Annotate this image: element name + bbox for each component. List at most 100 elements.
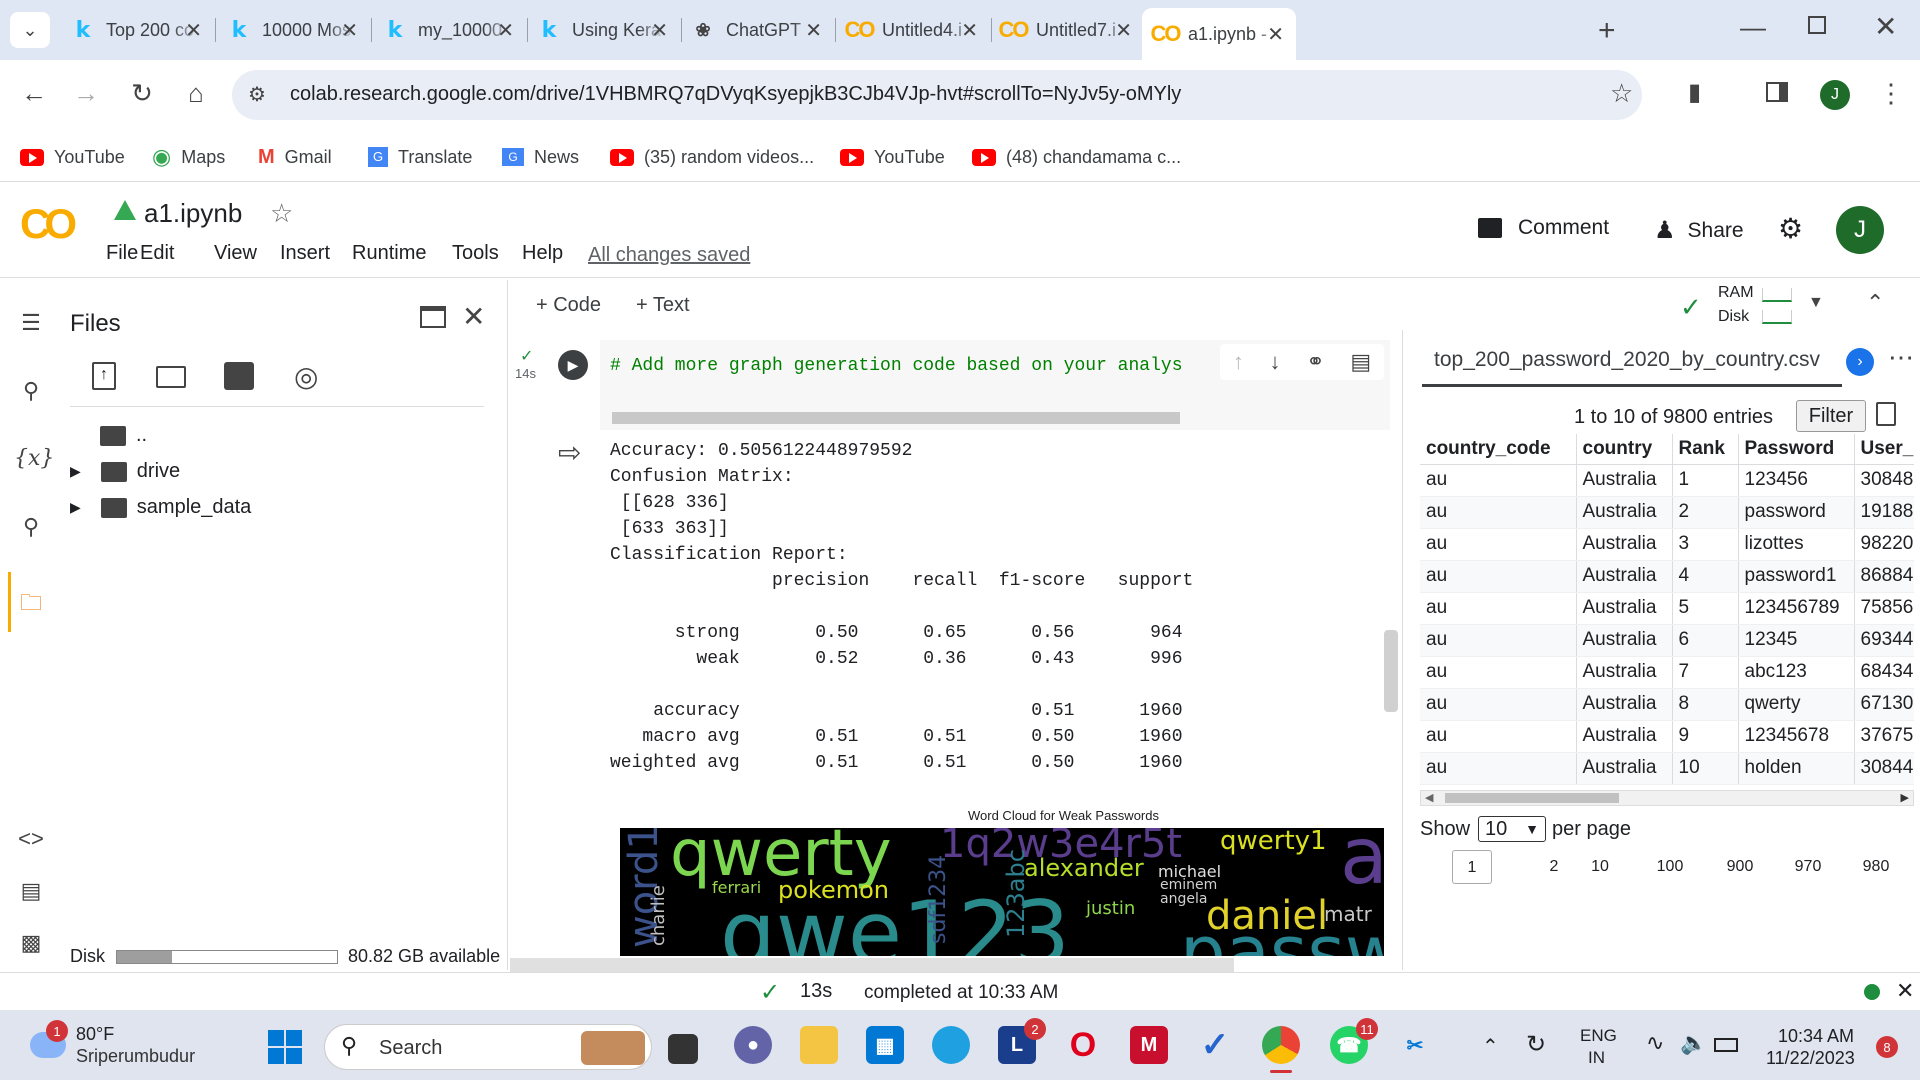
back-arrow-icon[interactable]: ← <box>16 78 52 114</box>
move-up-icon[interactable]: ↑ <box>1233 349 1244 375</box>
menu-insert[interactable]: Insert <box>280 242 330 265</box>
resources-dropdown-icon[interactable]: ▼ <box>1808 294 1824 312</box>
scroll-left-arrow[interactable]: ◀ <box>1425 791 1433 804</box>
copy-icon[interactable] <box>1876 402 1896 426</box>
new-tab-button[interactable]: + <box>1598 14 1616 48</box>
taskbar-search-box[interactable]: ⚲ Search <box>324 1024 652 1070</box>
secrets-key-icon[interactable]: ⚲ <box>14 514 48 548</box>
scroll-right-arrow[interactable]: ▶ <box>1901 791 1909 804</box>
code-snippets-icon[interactable]: <> <box>14 826 48 860</box>
sync-icon[interactable]: ↻ <box>1526 1030 1546 1059</box>
column-header[interactable]: Rank <box>1672 434 1739 465</box>
code-line[interactable]: # Add more graph generation code based o… <box>610 356 1220 376</box>
browser-menu-icon[interactable]: ⋮ <box>1878 78 1904 109</box>
column-header[interactable]: country <box>1576 434 1673 465</box>
close-tab-icon[interactable]: ✕ <box>1267 22 1284 47</box>
page-button[interactable]: 900 <box>1720 850 1760 884</box>
page-button[interactable]: 1 <box>1452 850 1492 884</box>
close-tab-icon[interactable]: ✕ <box>185 18 202 43</box>
csv-tab-filename[interactable]: top_200_password_2020_by_country.csv <box>1434 348 1820 372</box>
browser-tab[interactable]: k Top 200 co ✕ <box>60 8 216 52</box>
menu-view[interactable]: View <box>214 242 257 265</box>
weather-widget[interactable]: 1 80°F Sriperumbudur <box>30 1020 200 1068</box>
close-status-icon[interactable]: ✕ <box>1896 978 1914 1004</box>
scroll-thumb[interactable] <box>1445 793 1619 803</box>
restore-button[interactable] <box>1808 16 1826 34</box>
minimize-button[interactable]: — <box>1740 12 1766 43</box>
share-button[interactable]: ♟ Share <box>1654 216 1744 245</box>
close-tab-icon[interactable]: ✕ <box>1115 18 1132 43</box>
language-lang[interactable]: ENG <box>1580 1026 1617 1046</box>
close-tab-icon[interactable]: ✕ <box>497 18 514 43</box>
reload-icon[interactable]: ↻ <box>124 78 160 114</box>
microsoft-store-icon[interactable]: ▦ <box>866 1026 904 1064</box>
wifi-icon[interactable]: ∿ <box>1646 1030 1664 1056</box>
bookmark-translate[interactable]: G Translate <box>368 140 472 174</box>
panel-more-icon[interactable]: ⋯ <box>1888 342 1914 373</box>
close-window-button[interactable]: ✕ <box>1874 10 1897 43</box>
meet-icon[interactable]: ● <box>734 1026 772 1064</box>
page-button[interactable]: 10 <box>1580 850 1620 884</box>
close-tab-icon[interactable]: ✕ <box>341 18 358 43</box>
search-icon[interactable]: ⚲ <box>14 378 48 412</box>
extensions-icon[interactable]: ▮ <box>1688 78 1701 107</box>
menu-edit[interactable]: Edit <box>140 242 174 265</box>
bookmark-random-videos[interactable]: (35) random videos... <box>610 140 814 174</box>
url-text[interactable]: colab.research.google.com/drive/1VHBMRQ7… <box>290 83 1181 106</box>
folder-item-drive[interactable]: ▶ drive <box>70 460 180 483</box>
browser-tab[interactable]: k 10000 Mos ✕ <box>216 8 372 52</box>
side-panel-icon[interactable] <box>1766 82 1788 102</box>
command-palette-icon[interactable]: ▤ <box>14 878 48 912</box>
bookmark-chandamama[interactable]: (48) chandamama c... <box>972 140 1181 174</box>
clock-time[interactable]: 10:34 AM <box>1778 1026 1854 1047</box>
move-down-icon[interactable]: ↓ <box>1270 349 1281 375</box>
column-header[interactable]: User_c <box>1854 434 1914 465</box>
menu-tools[interactable]: Tools <box>452 242 499 265</box>
page-button[interactable]: 980 <box>1856 850 1896 884</box>
show-hidden-icons[interactable]: ⌃ <box>1482 1034 1499 1059</box>
output-vertical-scrollbar[interactable] <box>1384 630 1398 712</box>
bookmark-youtube-2[interactable]: YouTube <box>840 140 945 174</box>
battery-icon[interactable] <box>1714 1038 1738 1052</box>
browser-tab[interactable]: CO Untitled4.i ✕ <box>836 8 992 52</box>
mount-drive-icon[interactable] <box>224 362 254 390</box>
volume-muted-icon[interactable]: 🔈 <box>1680 1030 1707 1056</box>
open-in-tab-icon[interactable] <box>420 306 446 328</box>
close-tab-icon[interactable]: ✕ <box>651 18 668 43</box>
folder-item-sample-data[interactable]: ▶ sample_data <box>70 496 251 519</box>
notebook-filename[interactable]: a1.ipynb <box>144 198 242 229</box>
new-folder-icon[interactable] <box>156 366 186 388</box>
home-icon[interactable]: ⌂ <box>178 78 214 114</box>
parent-folder-item[interactable]: .. <box>100 424 147 447</box>
column-header[interactable]: Password <box>1738 434 1855 465</box>
chrome-icon[interactable] <box>1262 1026 1300 1064</box>
menu-runtime[interactable]: Runtime <box>352 242 426 265</box>
edge-icon[interactable] <box>932 1026 970 1064</box>
collapse-header-icon[interactable]: ⌃ <box>1866 290 1884 316</box>
menu-file[interactable]: File <box>106 242 138 265</box>
output-icon[interactable]: ⇨ <box>558 436 581 469</box>
variables-icon[interactable]: {x} <box>14 446 54 480</box>
csv-horizontal-scrollbar[interactable]: ◀ ▶ <box>1420 790 1914 806</box>
colab-logo[interactable]: CO <box>20 200 77 248</box>
menu-help[interactable]: Help <box>522 242 563 265</box>
opera-icon[interactable]: O <box>1064 1026 1102 1064</box>
filter-button[interactable]: Filter <box>1796 400 1866 432</box>
todo-check-icon[interactable]: ✓ <box>1196 1026 1234 1064</box>
bookmark-youtube[interactable]: YouTube <box>20 140 125 174</box>
snipping-tool-icon[interactable]: ✂ <box>1396 1026 1434 1064</box>
browser-tab[interactable]: k Using Kera ✕ <box>526 8 682 52</box>
site-info-icon[interactable]: ⚙ <box>248 82 266 107</box>
column-header[interactable]: country_code <box>1420 434 1577 465</box>
page-button[interactable]: 970 <box>1788 850 1828 884</box>
close-tab-icon[interactable]: ✕ <box>805 18 822 43</box>
bookmark-star-icon[interactable]: ☆ <box>1610 78 1633 109</box>
code-horizontal-scrollbar[interactable] <box>612 412 1180 424</box>
run-cell-button[interactable]: ▶ <box>558 350 588 380</box>
browser-tab[interactable]: ❀ ChatGPT ✕ <box>680 8 836 52</box>
language-region[interactable]: IN <box>1588 1048 1605 1068</box>
notebook-horizontal-scrollbar[interactable] <box>510 958 1234 972</box>
file-explorer-icon[interactable] <box>800 1026 838 1064</box>
browser-tab[interactable]: k my_10000 ✕ <box>372 8 528 52</box>
next-tab-icon[interactable]: › <box>1846 348 1874 376</box>
